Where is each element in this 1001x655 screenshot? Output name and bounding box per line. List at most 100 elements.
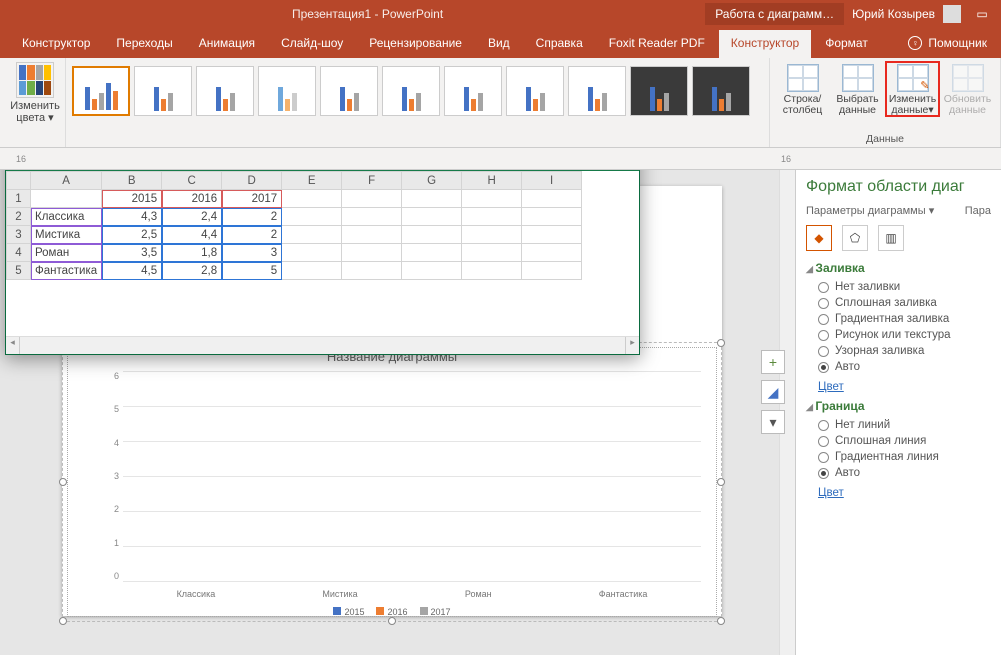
cell[interactable]: Мистика: [31, 226, 102, 244]
cell[interactable]: 2,8: [162, 262, 222, 280]
edit-data-button[interactable]: ✎Изменить данные▾: [886, 62, 939, 116]
chart-tools-context-tab[interactable]: Работа с диаграмм…: [705, 3, 844, 25]
fill-option[interactable]: Нет заливки: [818, 281, 991, 293]
col-header[interactable]: B: [102, 172, 162, 190]
cell[interactable]: 2,4: [162, 208, 222, 226]
effects-tab-icon[interactable]: ⬠: [842, 225, 868, 251]
cell[interactable]: [462, 190, 522, 208]
border-option[interactable]: Сплошная линия: [818, 435, 991, 447]
cell[interactable]: 4,5: [102, 262, 162, 280]
cell[interactable]: [342, 208, 402, 226]
chart-style-6[interactable]: [382, 66, 440, 116]
horizontal-scrollbar[interactable]: ◂▸: [6, 336, 639, 354]
border-option[interactable]: Нет линий: [818, 419, 991, 431]
chart-style-11[interactable]: [692, 66, 750, 116]
cell[interactable]: [282, 262, 342, 280]
cell[interactable]: [282, 208, 342, 226]
slide-canvas[interactable]: Название диаграммы 6543210 КлассикаМисти…: [0, 170, 795, 655]
cell[interactable]: 2017: [222, 190, 282, 208]
cell[interactable]: [462, 244, 522, 262]
cell[interactable]: [282, 190, 342, 208]
chart-style-9[interactable]: [568, 66, 626, 116]
avatar[interactable]: [943, 5, 961, 23]
tab-view[interactable]: Вид: [476, 30, 522, 58]
cell[interactable]: Классика: [31, 208, 102, 226]
select-data-button[interactable]: Выбрать данные: [831, 62, 884, 116]
col-header[interactable]: I: [522, 172, 582, 190]
chart-style-2[interactable]: [134, 66, 192, 116]
cell[interactable]: [462, 262, 522, 280]
cell[interactable]: [462, 208, 522, 226]
fill-option[interactable]: Рисунок или текстура: [818, 329, 991, 341]
cell[interactable]: Фантастика: [31, 262, 102, 280]
chart-style-7[interactable]: [444, 66, 502, 116]
switch-row-column-button[interactable]: Строка/ столбец: [776, 62, 829, 116]
change-colors-button[interactable]: Изменить цвета ▾: [6, 62, 64, 124]
fill-option[interactable]: Сплошная заливка: [818, 297, 991, 309]
cell[interactable]: 2016: [162, 190, 222, 208]
format-pane-subtitle[interactable]: Параметры диаграммы: [806, 205, 926, 217]
fill-option[interactable]: Градиентная заливка: [818, 313, 991, 325]
size-tab-icon[interactable]: ▥: [878, 225, 904, 251]
chart-legend[interactable]: 2015 2016 2017: [63, 607, 721, 617]
chart-elements-button[interactable]: +: [761, 350, 785, 374]
legend-item[interactable]: 2016: [376, 607, 407, 617]
col-header[interactable]: C: [162, 172, 222, 190]
cell[interactable]: 2: [222, 226, 282, 244]
col-header[interactable]: G: [402, 172, 462, 190]
tab-slideshow[interactable]: Слайд-шоу: [269, 30, 355, 58]
col-header[interactable]: E: [282, 172, 342, 190]
ribbon-display-options-icon[interactable]: ▭: [969, 1, 995, 27]
chart-data-window[interactable]: 💾 ↶ ↷ ▦ Диаграмма в Microsoft PowerPoint…: [5, 170, 640, 355]
cell[interactable]: [342, 244, 402, 262]
cell[interactable]: [342, 262, 402, 280]
cell[interactable]: 4,3: [102, 208, 162, 226]
col-header[interactable]: D: [222, 172, 282, 190]
cell[interactable]: [522, 226, 582, 244]
cell[interactable]: [282, 226, 342, 244]
cell[interactable]: 2: [222, 208, 282, 226]
fill-option[interactable]: Авто: [818, 361, 991, 373]
chart-style-5[interactable]: [320, 66, 378, 116]
col-header[interactable]: A: [31, 172, 102, 190]
cell[interactable]: 3: [222, 244, 282, 262]
cell[interactable]: [522, 262, 582, 280]
chart-styles-button[interactable]: ◢: [761, 380, 785, 404]
cell[interactable]: [282, 244, 342, 262]
legend-item[interactable]: 2017: [420, 607, 451, 617]
chart-object[interactable]: Название диаграммы 6543210 КлассикаМисти…: [62, 342, 722, 622]
cell[interactable]: [31, 190, 102, 208]
cell[interactable]: [402, 262, 462, 280]
cell[interactable]: [402, 190, 462, 208]
cell[interactable]: 4,4: [162, 226, 222, 244]
cell[interactable]: [402, 208, 462, 226]
fill-color-link[interactable]: Цвет: [818, 381, 991, 393]
cell[interactable]: [522, 208, 582, 226]
row-header[interactable]: 2: [7, 208, 31, 226]
tab-chart-format[interactable]: Формат: [813, 30, 880, 58]
border-option[interactable]: Градиентная линия: [818, 451, 991, 463]
tab-help[interactable]: Справка: [524, 30, 595, 58]
row-header[interactable]: 4: [7, 244, 31, 262]
row-header[interactable]: 1: [7, 190, 31, 208]
plot-area[interactable]: 6543210: [103, 371, 701, 581]
cell[interactable]: [522, 190, 582, 208]
col-header[interactable]: H: [462, 172, 522, 190]
tab-chart-design[interactable]: Конструктор: [719, 30, 811, 58]
format-pane[interactable]: Формат области диаг Параметры диаграммы …: [795, 170, 1001, 655]
chart-style-10[interactable]: [630, 66, 688, 116]
chart-style-8[interactable]: [506, 66, 564, 116]
legend-item[interactable]: 2015: [333, 607, 364, 617]
cell[interactable]: 3,5: [102, 244, 162, 262]
fill-section-header[interactable]: Заливка: [806, 261, 991, 275]
fill-option[interactable]: Узорная заливка: [818, 345, 991, 357]
cell[interactable]: [462, 226, 522, 244]
cell[interactable]: [522, 244, 582, 262]
col-header[interactable]: F: [342, 172, 402, 190]
tab-design-presentation[interactable]: Конструктор: [10, 30, 102, 58]
cell[interactable]: 5: [222, 262, 282, 280]
tab-animations[interactable]: Анимация: [187, 30, 267, 58]
border-color-link[interactable]: Цвет: [818, 487, 991, 499]
spreadsheet[interactable]: ABCDEFGHI12015201620172Классика4,32,423М…: [6, 171, 639, 336]
cell[interactable]: 2,5: [102, 226, 162, 244]
